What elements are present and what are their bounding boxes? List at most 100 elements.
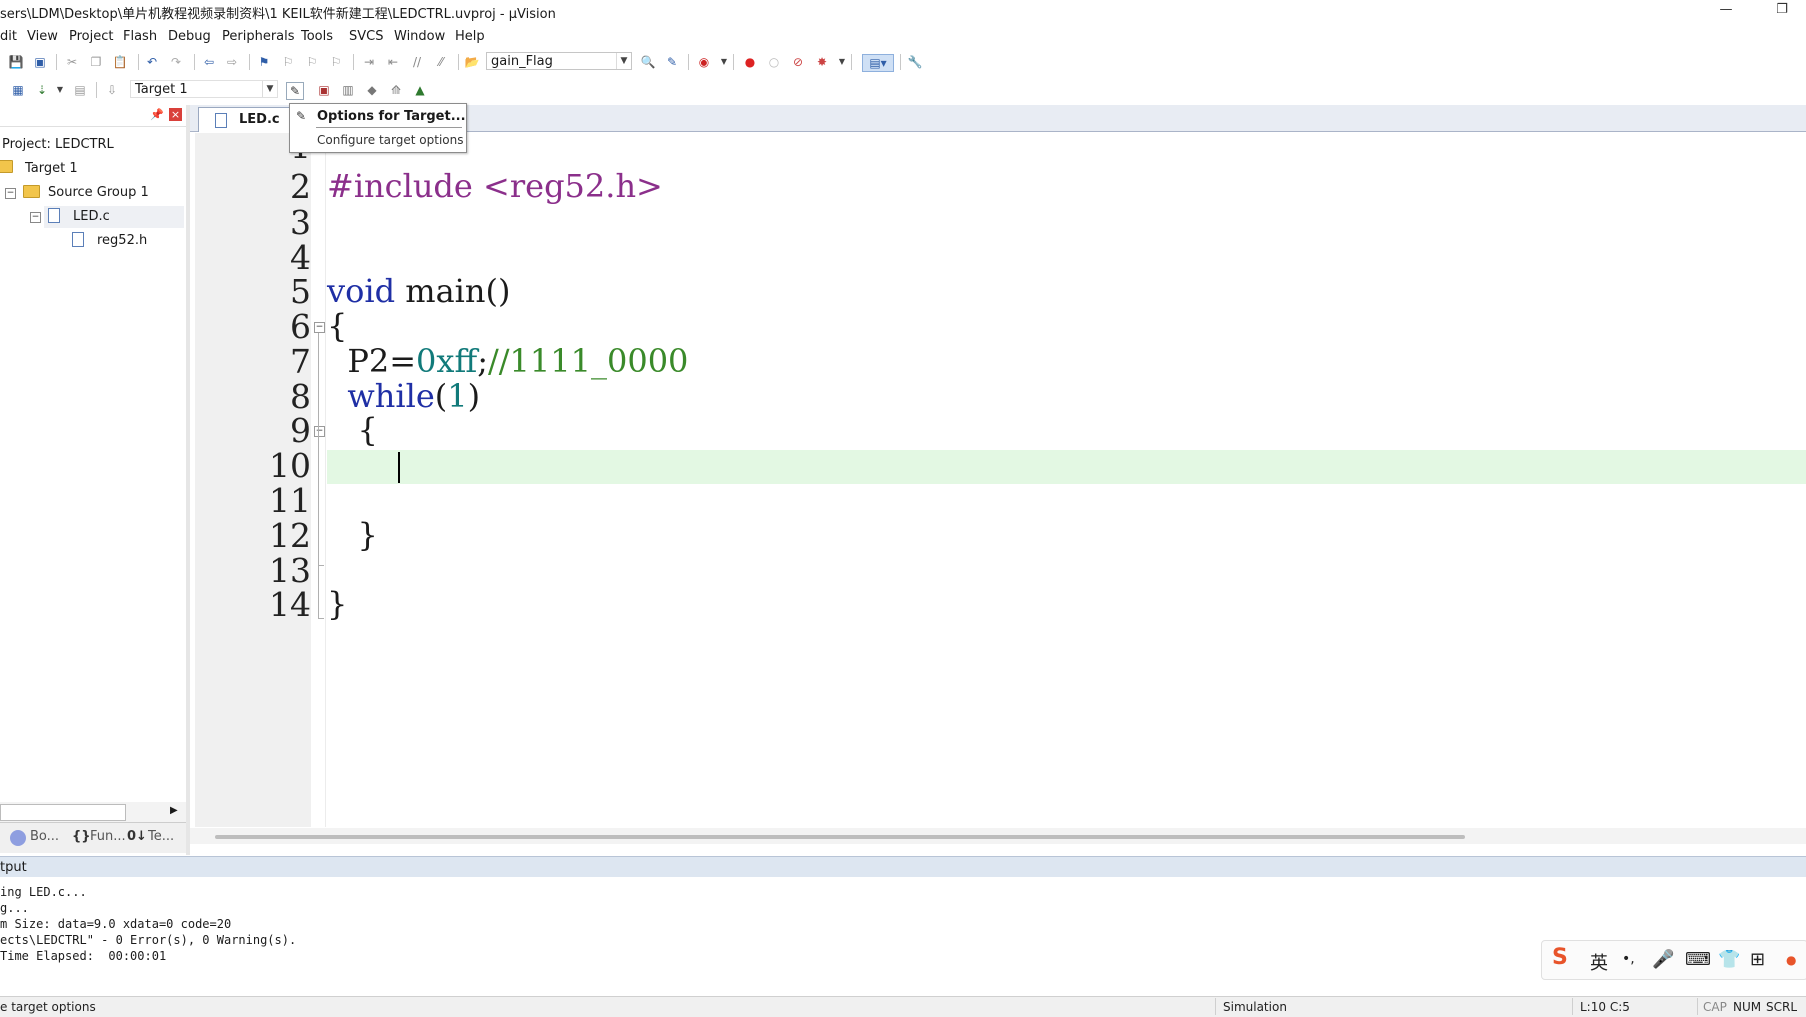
paste-icon[interactable]: 📋 <box>112 54 128 70</box>
menu-edit[interactable]: dit <box>0 29 17 44</box>
breakpoint-dropdown-icon[interactable]: ▼ <box>834 54 850 70</box>
chevron-down-icon[interactable]: ▼ <box>616 53 631 69</box>
fold-guide <box>318 333 319 418</box>
translate-icon[interactable]: ▦ <box>10 82 26 98</box>
build-toolbar: ▦ ⇣ ▼ ▤ ⇩ Target 1 ▼ ✎ ▣ ▥ ◆ ⟰ ▲ <box>0 77 1806 103</box>
nav-back-icon[interactable]: ⇦ <box>201 54 217 70</box>
menu-help[interactable]: Help <box>455 29 485 44</box>
tab-functions[interactable]: Fun... <box>90 829 126 844</box>
skin-icon[interactable]: 👕 <box>1718 949 1740 970</box>
chevron-down-icon[interactable]: ▼ <box>262 81 277 97</box>
menu-window[interactable]: Window <box>394 29 445 44</box>
status-scroll: SCRL <box>1766 1000 1798 1014</box>
minimize-button[interactable]: — <box>1706 0 1746 22</box>
copy-icon[interactable]: ❐ <box>88 54 104 70</box>
incremental-find-icon[interactable]: ✎ <box>664 54 680 70</box>
window-layout-icon[interactable]: ▤▾ <box>862 54 894 72</box>
save-all-icon[interactable]: ▣ <box>32 54 48 70</box>
find-combo[interactable]: gain_Flag ▼ <box>486 52 632 70</box>
tree-target[interactable]: Target 1 <box>25 161 78 176</box>
cut-icon[interactable]: ✂ <box>64 54 80 70</box>
panel-splitter[interactable] <box>186 105 190 855</box>
debug-session-icon[interactable]: ◉ <box>696 54 712 70</box>
uncomment-icon[interactable]: ⁄⁄ <box>433 54 449 70</box>
ime-more-icon[interactable]: ● <box>1786 953 1796 967</box>
code-line-6: { <box>327 307 348 345</box>
clear-bookmarks-icon[interactable]: ⚐ <box>328 54 344 70</box>
find-in-files-icon[interactable]: 📂 <box>464 54 480 70</box>
project-panel-header: 📌 × <box>0 106 186 127</box>
menu-peripherals[interactable]: Peripherals <box>222 29 295 44</box>
debug-dropdown-icon[interactable]: ▼ <box>716 54 732 70</box>
keyboard-icon[interactable]: ⌨ <box>1685 949 1711 970</box>
bookmark-icon[interactable]: ⚑ <box>256 54 272 70</box>
comment-icon[interactable]: // <box>409 54 425 70</box>
batch-build-icon[interactable]: ▤ <box>72 82 88 98</box>
nav-forward-icon[interactable]: ⇨ <box>224 54 240 70</box>
tree-file-led-c[interactable]: LED.c <box>73 209 110 224</box>
menu-flash[interactable]: Flash <box>123 29 157 44</box>
project-root[interactable]: Project: LEDCTRL <box>2 137 114 152</box>
pin-icon[interactable]: 📌 <box>150 108 164 121</box>
menu-view[interactable]: View <box>27 29 58 44</box>
save-icon[interactable]: 💾 <box>8 54 24 70</box>
status-cursor-position: L:10 C:5 <box>1580 1000 1630 1014</box>
build-dropdown-icon[interactable]: ▼ <box>52 82 68 98</box>
collapse-icon[interactable]: − <box>5 188 16 199</box>
disable-all-breakpoints-icon[interactable]: ⊘ <box>790 54 806 70</box>
file-extensions-icon[interactable]: ▣ <box>316 82 332 98</box>
build-icon[interactable]: ⇣ <box>34 82 50 98</box>
ime-language-toggle[interactable]: 英 <box>1590 949 1608 975</box>
ime-punctuation-toggle[interactable]: •, <box>1622 951 1635 967</box>
indent-icon[interactable]: ⇥ <box>361 54 377 70</box>
find-icon[interactable]: 🔍 <box>640 54 656 70</box>
menu-tools[interactable]: Tools <box>301 29 333 44</box>
pack-installer-icon[interactable]: ⟰ <box>388 82 404 98</box>
tree-source-group[interactable]: Source Group 1 <box>48 185 149 200</box>
c-file-icon <box>48 208 60 223</box>
build-output[interactable]: ing LED.c... g... m Size: data=9.0 xdata… <box>0 877 1806 993</box>
collapse-icon[interactable]: − <box>30 212 41 223</box>
project-hscrollbar[interactable]: ▶ <box>0 802 186 822</box>
menu-bar: dit View Project Flash Debug Peripherals… <box>0 25 1806 47</box>
scroll-thumb[interactable] <box>215 835 1465 839</box>
fold-icon[interactable]: − <box>314 426 325 437</box>
selected-row-highlight <box>44 206 184 228</box>
configure-icon[interactable]: 🔧 <box>907 54 923 70</box>
scroll-thumb[interactable] <box>0 804 126 821</box>
toolbox-icon[interactable]: ⊞ <box>1750 949 1765 970</box>
menu-debug[interactable]: Debug <box>168 29 211 44</box>
close-icon[interactable]: × <box>169 108 182 121</box>
runtime-environment-icon[interactable]: ▲ <box>412 82 428 98</box>
select-packs-icon[interactable]: ◆ <box>364 82 380 98</box>
output-panel-header: tput <box>0 856 1806 877</box>
prev-bookmark-icon[interactable]: ⚐ <box>280 54 296 70</box>
options-for-target-icon[interactable]: ✎ <box>286 82 304 100</box>
menu-project[interactable]: Project <box>69 29 113 44</box>
breakpoint-icon[interactable]: ● <box>742 54 758 70</box>
download-icon[interactable]: ⇩ <box>104 82 120 98</box>
microphone-icon[interactable]: 🎤 <box>1652 949 1674 970</box>
fold-icon[interactable]: − <box>314 322 325 333</box>
sogou-logo-icon[interactable]: S <box>1552 945 1568 970</box>
unindent-icon[interactable]: ⇤ <box>385 54 401 70</box>
status-caps: CAP <box>1703 1000 1727 1014</box>
tree-file-reg52-h[interactable]: reg52.h <box>97 233 147 248</box>
next-bookmark-icon[interactable]: ⚐ <box>304 54 320 70</box>
redo-icon[interactable]: ↷ <box>168 54 184 70</box>
restore-button[interactable]: ❐ <box>1762 0 1802 22</box>
target-combo[interactable]: Target 1 ▼ <box>130 80 278 98</box>
current-line-highlight <box>327 450 1806 484</box>
undo-icon[interactable]: ↶ <box>144 54 160 70</box>
kill-breakpoints-icon[interactable]: ✸ <box>814 54 830 70</box>
text-caret <box>398 452 400 483</box>
tab-templates[interactable]: Te... <box>148 829 174 844</box>
fold-guide <box>318 618 324 619</box>
disable-breakpoint-icon[interactable]: ○ <box>766 54 782 70</box>
code-line-7: P2=0xff;//1111_0000 <box>327 342 689 380</box>
menu-svcs[interactable]: SVCS <box>349 29 383 44</box>
output-title: tput <box>0 860 27 875</box>
manage-components-icon[interactable]: ▥ <box>340 82 356 98</box>
scroll-right-icon[interactable]: ▶ <box>170 805 178 816</box>
tab-books[interactable]: Bo... <box>30 829 59 844</box>
